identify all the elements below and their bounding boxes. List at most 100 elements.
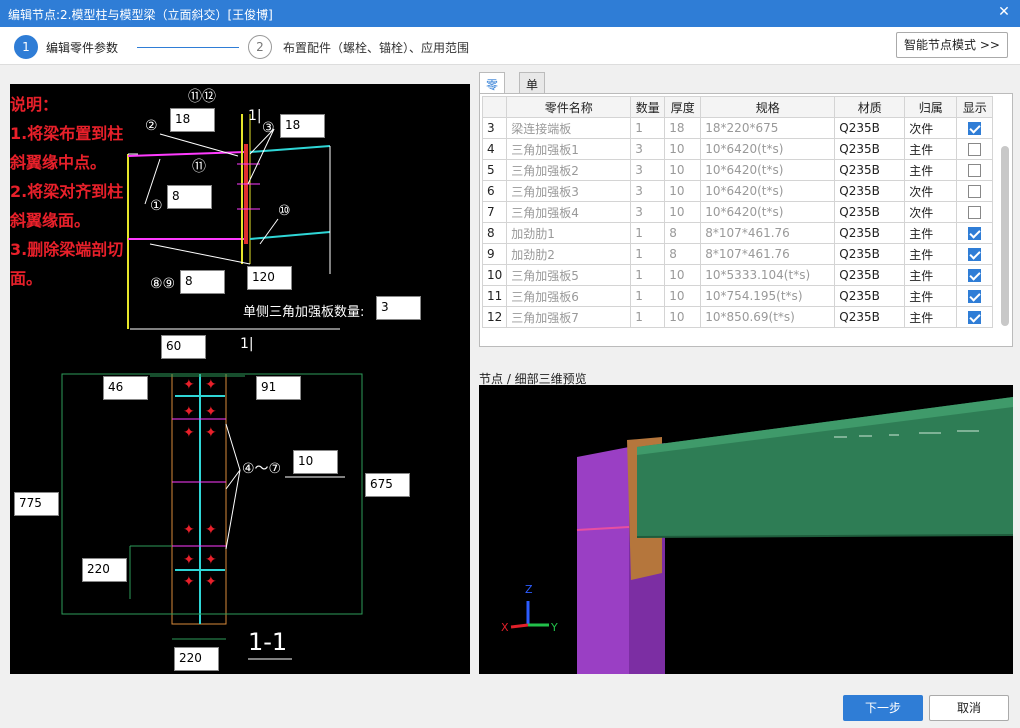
part-name-cell[interactable]: 三角加强板1 bbox=[506, 138, 632, 160]
table-row[interactable]: 5 三角加强板2 3 10 10*6420(t*s) Q235B 主件 bbox=[481, 159, 994, 181]
show-checkbox[interactable] bbox=[968, 269, 982, 282]
col-header-spec[interactable]: 规格 bbox=[700, 96, 836, 118]
dim-input-60[interactable]: 60 bbox=[161, 335, 206, 359]
qty-cell[interactable]: 1 bbox=[630, 222, 666, 244]
material-cell[interactable]: Q235B bbox=[834, 117, 906, 139]
spec-cell[interactable]: 8*107*461.76 bbox=[700, 222, 836, 244]
dim-input-2[interactable]: 18 bbox=[170, 108, 215, 132]
next-button[interactable]: 下一步 bbox=[843, 695, 923, 721]
thickness-cell[interactable]: 8 bbox=[664, 243, 702, 265]
part-name-cell[interactable]: 加劲肋1 bbox=[506, 222, 632, 244]
table-row[interactable]: 11 三角加强板6 1 10 10*754.195(t*s) Q235B 主件 bbox=[481, 285, 994, 307]
owner-cell[interactable]: 主件 bbox=[904, 222, 958, 244]
col-header-material[interactable]: 材质 bbox=[834, 96, 906, 118]
col-header-name[interactable]: 零件名称 bbox=[506, 96, 632, 118]
dim-input-46[interactable]: 46 bbox=[103, 376, 148, 400]
col-header-qty[interactable]: 数量 bbox=[630, 96, 666, 118]
qty-cell[interactable]: 1 bbox=[630, 243, 666, 265]
qty-cell[interactable]: 1 bbox=[630, 117, 666, 139]
spec-cell[interactable]: 10*6420(t*s) bbox=[700, 201, 836, 223]
qty-cell[interactable]: 1 bbox=[630, 264, 666, 286]
table-row[interactable]: 9 加劲肋2 1 8 8*107*461.76 Q235B 主件 bbox=[481, 243, 994, 265]
spec-cell[interactable]: 10*6420(t*s) bbox=[700, 138, 836, 160]
show-checkbox[interactable] bbox=[968, 185, 982, 198]
dim-input-4-7[interactable]: 10 bbox=[293, 450, 338, 474]
part-name-cell[interactable]: 三角加强板7 bbox=[506, 306, 632, 328]
qty-cell[interactable]: 3 bbox=[630, 201, 666, 223]
material-cell[interactable]: Q235B bbox=[834, 243, 906, 265]
table-row[interactable]: 8 加劲肋1 1 8 8*107*461.76 Q235B 主件 bbox=[481, 222, 994, 244]
owner-cell[interactable]: 主件 bbox=[904, 138, 958, 160]
close-icon[interactable]: ✕ bbox=[996, 4, 1012, 20]
show-checkbox[interactable] bbox=[968, 248, 982, 261]
material-cell[interactable]: Q235B bbox=[834, 306, 906, 328]
table-row[interactable]: 7 三角加强板4 3 10 10*6420(t*s) Q235B 次件 bbox=[481, 201, 994, 223]
thickness-cell[interactable]: 10 bbox=[664, 264, 702, 286]
dim-input-8-9[interactable]: 8 bbox=[180, 270, 225, 294]
spec-cell[interactable]: 8*107*461.76 bbox=[700, 243, 836, 265]
table-row[interactable]: 12 三角加强板7 1 10 10*850.69(t*s) Q235B 主件 bbox=[481, 306, 994, 328]
material-cell[interactable]: Q235B bbox=[834, 138, 906, 160]
owner-cell[interactable]: 主件 bbox=[904, 243, 958, 265]
show-checkbox[interactable] bbox=[968, 122, 982, 135]
table-row[interactable]: 6 三角加强板3 3 10 10*6420(t*s) Q235B 次件 bbox=[481, 180, 994, 202]
table-row[interactable]: 4 三角加强板1 3 10 10*6420(t*s) Q235B 主件 bbox=[481, 138, 994, 160]
table-row[interactable]: 10 三角加强板5 1 10 10*5333.104(t*s) Q235B 主件 bbox=[481, 264, 994, 286]
smart-node-mode-button[interactable]: 智能节点模式 >> bbox=[896, 32, 1008, 58]
cancel-button[interactable]: 取消 bbox=[929, 695, 1009, 721]
spec-cell[interactable]: 10*6420(t*s) bbox=[700, 180, 836, 202]
part-name-cell[interactable]: 梁连接端板 bbox=[506, 117, 632, 139]
thickness-cell[interactable]: 10 bbox=[664, 180, 702, 202]
3d-preview-viewport[interactable]: Z Y X bbox=[479, 385, 1013, 674]
thickness-cell[interactable]: 8 bbox=[664, 222, 702, 244]
part-name-cell[interactable]: 加劲肋2 bbox=[506, 243, 632, 265]
dim-input-120[interactable]: 120 bbox=[247, 266, 292, 290]
table-row[interactable]: 3 梁连接端板 1 18 18*220*675 Q235B 次件 bbox=[481, 117, 994, 139]
col-header-owner[interactable]: 归属 bbox=[904, 96, 958, 118]
material-cell[interactable]: Q235B bbox=[834, 285, 906, 307]
dim-input-1[interactable]: 8 bbox=[167, 185, 212, 209]
stiffener-count-input[interactable]: 3 bbox=[376, 296, 421, 320]
spec-cell[interactable]: 10*5333.104(t*s) bbox=[700, 264, 836, 286]
step-2-label[interactable]: 布置配件（螺栓、锚栓）、应用范围 bbox=[283, 39, 469, 56]
table-scrollbar[interactable] bbox=[1001, 146, 1009, 326]
step-1-label[interactable]: 编辑零件参数 bbox=[46, 39, 118, 56]
thickness-cell[interactable]: 10 bbox=[664, 201, 702, 223]
show-checkbox[interactable] bbox=[968, 311, 982, 324]
owner-cell[interactable]: 次件 bbox=[904, 117, 958, 139]
show-checkbox[interactable] bbox=[968, 206, 982, 219]
dim-input-220-bottom[interactable]: 220 bbox=[174, 647, 219, 671]
qty-cell[interactable]: 3 bbox=[630, 138, 666, 160]
qty-cell[interactable]: 3 bbox=[630, 159, 666, 181]
material-cell[interactable]: Q235B bbox=[834, 222, 906, 244]
spec-cell[interactable]: 10*6420(t*s) bbox=[700, 159, 836, 181]
part-name-cell[interactable]: 三角加强板4 bbox=[506, 201, 632, 223]
thickness-cell[interactable]: 10 bbox=[664, 138, 702, 160]
dim-input-220-left[interactable]: 220 bbox=[82, 558, 127, 582]
part-name-cell[interactable]: 三角加强板6 bbox=[506, 285, 632, 307]
material-cell[interactable]: Q235B bbox=[834, 159, 906, 181]
tab-parts[interactable]: 零件 bbox=[479, 72, 506, 109]
show-checkbox[interactable] bbox=[968, 143, 982, 156]
owner-cell[interactable]: 主件 bbox=[904, 159, 958, 181]
step-1-indicator[interactable]: 1 bbox=[14, 35, 38, 59]
owner-cell[interactable]: 主件 bbox=[904, 306, 958, 328]
owner-cell[interactable]: 次件 bbox=[904, 201, 958, 223]
owner-cell[interactable]: 主件 bbox=[904, 264, 958, 286]
show-checkbox[interactable] bbox=[968, 227, 982, 240]
part-name-cell[interactable]: 三角加强板3 bbox=[506, 180, 632, 202]
part-name-cell[interactable]: 三角加强板5 bbox=[506, 264, 632, 286]
material-cell[interactable]: Q235B bbox=[834, 264, 906, 286]
thickness-cell[interactable]: 10 bbox=[664, 159, 702, 181]
dim-input-91[interactable]: 91 bbox=[256, 376, 301, 400]
col-header-show[interactable]: 显示 bbox=[956, 96, 994, 118]
show-checkbox[interactable] bbox=[968, 290, 982, 303]
owner-cell[interactable]: 次件 bbox=[904, 180, 958, 202]
tab-single-member[interactable]: 单构件 bbox=[519, 72, 546, 126]
qty-cell[interactable]: 1 bbox=[630, 285, 666, 307]
step-2-indicator[interactable]: 2 bbox=[248, 35, 272, 59]
spec-cell[interactable]: 10*850.69(t*s) bbox=[700, 306, 836, 328]
col-header-thickness[interactable]: 厚度 bbox=[664, 96, 702, 118]
part-name-cell[interactable]: 三角加强板2 bbox=[506, 159, 632, 181]
thickness-cell[interactable]: 10 bbox=[664, 306, 702, 328]
